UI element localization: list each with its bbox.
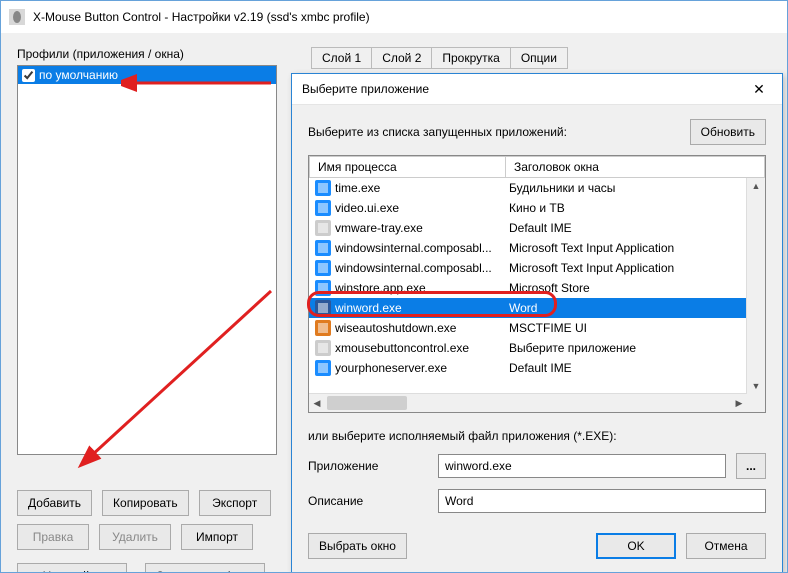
delete-button[interactable]: Удалить (99, 524, 171, 550)
scroll-thumb[interactable] (327, 396, 407, 410)
process-name: video.ui.exe (335, 201, 399, 215)
dialog-instruction: Выберите из списка запущенных приложений… (308, 125, 567, 139)
window-title-cell: Выберите приложение (505, 341, 747, 355)
tab-layer1[interactable]: Слой 1 (311, 47, 372, 69)
window-title-cell: Microsoft Store (505, 281, 747, 295)
table-row[interactable]: vmware-tray.exe Default IME (309, 218, 747, 238)
close-icon[interactable]: ✕ (736, 74, 782, 104)
process-name: wiseautoshutdown.exe (335, 321, 456, 335)
export-profile-button[interactable]: Экспорт профиля (145, 563, 265, 573)
window-title-cell: Будильники и часы (505, 181, 747, 195)
app-icon (315, 240, 331, 256)
select-app-dialog: Выберите приложение ✕ Выберите из списка… (291, 73, 783, 573)
app-icon (315, 200, 331, 216)
app-icon (315, 220, 331, 236)
process-name: winword.exe (335, 301, 402, 315)
window-title-cell: Default IME (505, 361, 747, 375)
scroll-corner (747, 394, 765, 412)
dialog-titlebar: Выберите приложение ✕ (292, 74, 782, 105)
profile-default-checkbox[interactable] (22, 69, 35, 82)
window-title-cell: Microsoft Text Input Application (505, 261, 747, 275)
app-icon (315, 280, 331, 296)
table-row[interactable]: winword.exe Word (309, 298, 747, 318)
app-icon (315, 260, 331, 276)
window-title-cell: MSCTFIME UI (505, 321, 747, 335)
profile-default-label: по умолчанию (39, 68, 118, 82)
ok-button[interactable]: OK (596, 533, 676, 559)
window-title: X-Mouse Button Control - Настройки v2.19… (33, 10, 370, 24)
app-icon (315, 180, 331, 196)
process-table[interactable]: Имя процесса Заголовок окна time.exe Буди… (308, 155, 766, 413)
process-name: windowsinternal.composabl... (335, 261, 492, 275)
app-icon (9, 9, 25, 25)
tab-layer2[interactable]: Слой 2 (371, 47, 432, 69)
process-name: windowsinternal.composabl... (335, 241, 492, 255)
process-name: winstore.app.exe (335, 281, 426, 295)
export-button[interactable]: Экспорт (199, 490, 271, 516)
app-icon (315, 340, 331, 356)
table-row[interactable]: video.ui.exe Кино и ТВ (309, 198, 747, 218)
window-title-cell: Default IME (505, 221, 747, 235)
table-row[interactable]: winstore.app.exe Microsoft Store (309, 278, 747, 298)
chevron-down-icon[interactable]: ▼ (748, 378, 764, 394)
table-row[interactable]: windowsinternal.composabl... Microsoft Te… (309, 238, 747, 258)
browse-button[interactable]: ... (736, 453, 766, 479)
dialog-body: Выберите из списка запущенных приложений… (292, 105, 782, 573)
add-button[interactable]: Добавить (17, 490, 92, 516)
app-field-label: Приложение (308, 459, 428, 473)
process-name: yourphoneserver.exe (335, 361, 447, 375)
app-field[interactable] (438, 454, 726, 478)
process-name: xmousebuttoncontrol.exe (335, 341, 469, 355)
copy-button[interactable]: Копировать (102, 490, 189, 516)
profile-default-row[interactable]: по умолчанию (18, 66, 276, 84)
tab-options[interactable]: Опции (510, 47, 568, 69)
profiles-list[interactable]: по умолчанию (17, 65, 277, 455)
tab-scroll[interactable]: Прокрутка (431, 47, 510, 69)
app-icon (315, 320, 331, 336)
select-window-button[interactable]: Выбрать окно (308, 533, 407, 559)
col-window-title[interactable]: Заголовок окна (505, 156, 765, 178)
window-title-cell: Word (505, 301, 747, 315)
dialog-title-text: Выберите приложение (302, 82, 429, 96)
edit-button[interactable]: Правка (17, 524, 89, 550)
table-row[interactable]: time.exe Будильники и часы (309, 178, 747, 198)
window-title-cell: Microsoft Text Input Application (505, 241, 747, 255)
chevron-right-icon[interactable]: ▶ (731, 395, 747, 411)
col-process-name[interactable]: Имя процесса (309, 156, 505, 178)
desc-field-label: Описание (308, 494, 428, 508)
table-row[interactable]: wiseautoshutdown.exe MSCTFIME UI (309, 318, 747, 338)
main-tabs: Слой 1 Слой 2 Прокрутка Опции (311, 47, 567, 69)
main-window: X-Mouse Button Control - Настройки v2.19… (0, 0, 788, 573)
horizontal-scrollbar[interactable]: ◀ ▶ (309, 393, 747, 412)
chevron-up-icon[interactable]: ▲ (748, 178, 764, 194)
table-row[interactable]: xmousebuttoncontrol.exe Выберите приложен… (309, 338, 747, 358)
vertical-scrollbar[interactable]: ▲ ▼ (746, 178, 765, 394)
app-icon (315, 300, 331, 316)
or-exe-label: или выберите исполняемый файл приложения… (308, 429, 766, 443)
desc-field[interactable] (438, 489, 766, 513)
window-title-cell: Кино и ТВ (505, 201, 747, 215)
process-name: time.exe (335, 181, 380, 195)
import-button[interactable]: Импорт (181, 524, 253, 550)
chevron-left-icon[interactable]: ◀ (309, 395, 325, 411)
cancel-button[interactable]: Отмена (686, 533, 766, 559)
titlebar: X-Mouse Button Control - Настройки v2.19… (1, 1, 787, 34)
table-row[interactable]: yourphoneserver.exe Default IME (309, 358, 747, 378)
refresh-button[interactable]: Обновить (690, 119, 766, 145)
process-name: vmware-tray.exe (335, 221, 423, 235)
app-icon (315, 360, 331, 376)
table-row[interactable]: windowsinternal.composabl... Microsoft Te… (309, 258, 747, 278)
table-header: Имя процесса Заголовок окна (309, 156, 765, 178)
settings-button[interactable]: Настройки (17, 563, 127, 573)
